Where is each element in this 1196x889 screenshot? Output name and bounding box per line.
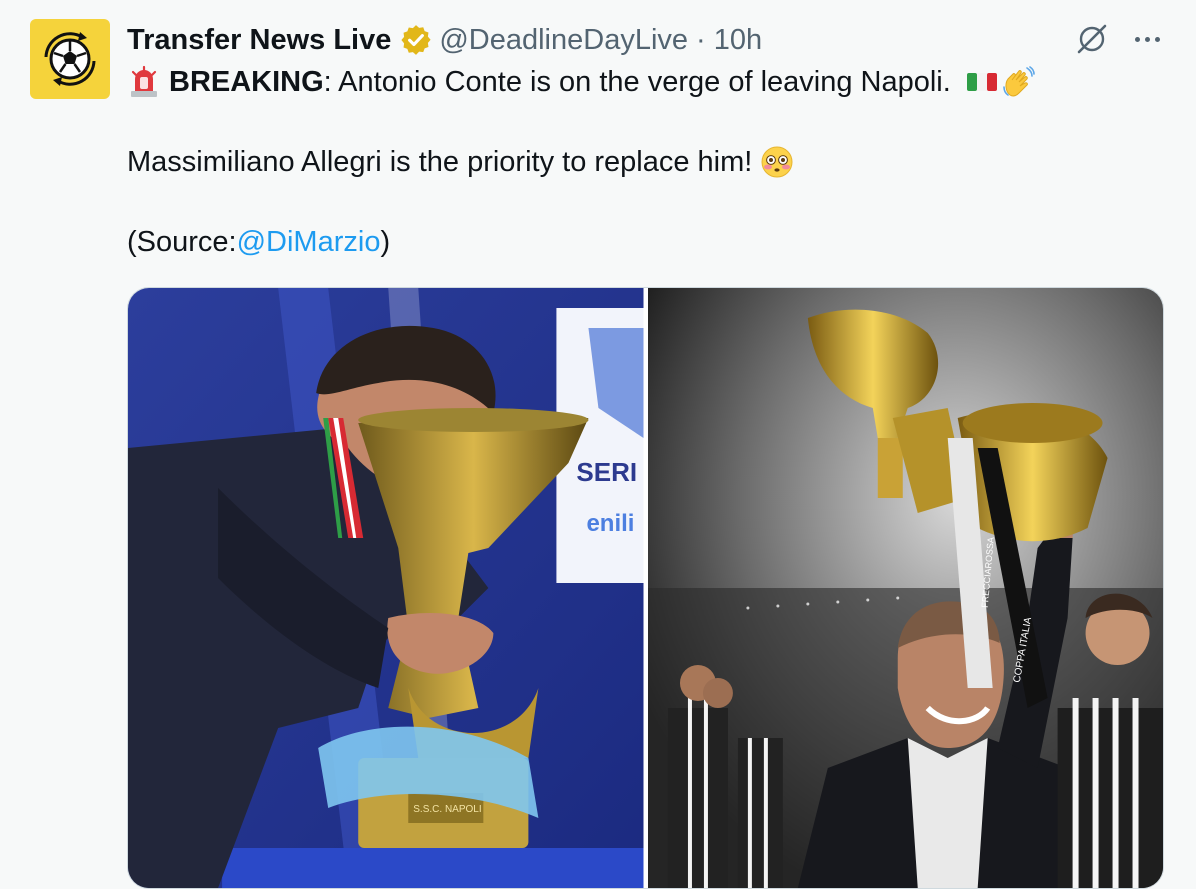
flushed-face-emoji — [760, 145, 794, 179]
italy-flag-emoji — [965, 65, 999, 99]
photo-allegri-coppa-italia[interactable]: COPPA ITALIA FRECCIAROSSA — [647, 288, 1163, 888]
photo-conte-scudetto[interactable]: SERI enili S.S.C. NAPOLI — [128, 288, 644, 888]
tweet-line-source: (Source: @DiMarzio) — [127, 222, 1107, 262]
source-prefix: (Source: — [127, 226, 237, 258]
media-grid: SERI enili S.S.C. NAPOLI COPPA ITALIA FR… — [127, 287, 1164, 889]
timestamp[interactable]: 10h — [714, 20, 762, 60]
mention-link[interactable]: @DiMarzio — [237, 222, 381, 262]
display-name[interactable]: Transfer News Live — [127, 20, 391, 60]
grok-icon[interactable] — [1075, 22, 1109, 56]
tweet-body: BREAKING : Antonio Conte is on the verge… — [127, 62, 1107, 262]
more-options-icon[interactable] — [1135, 22, 1160, 56]
brand-text-enili: enili — [586, 510, 634, 537]
rotating-light-emoji — [127, 65, 161, 99]
breaking-label: BREAKING — [169, 66, 324, 98]
tweet-line2-text: Massimiliano Allegri is the priority to … — [127, 146, 753, 178]
tweet-header: Transfer News Live @DeadlineDayLive · 10… — [127, 20, 762, 60]
line-break — [127, 102, 1107, 142]
soccer-ball-icon — [44, 32, 96, 86]
verified-badge-icon[interactable] — [399, 23, 433, 57]
trophy-plaque-text: S.S.C. NAPOLI — [413, 804, 481, 815]
user-handle[interactable]: @DeadlineDayLive — [439, 20, 688, 60]
tweet-line-breaking: BREAKING : Antonio Conte is on the verge… — [127, 62, 1107, 102]
separator: · — [696, 24, 706, 56]
tweet-actions-top — [1075, 22, 1160, 56]
avatar[interactable] — [30, 19, 110, 99]
tweet-line1-text: : Antonio Conte is on the verge of leavi… — [323, 66, 951, 98]
tweet-line-allegri: Massimiliano Allegri is the priority to … — [127, 142, 1107, 182]
waving-hand-emoji — [1001, 65, 1035, 99]
line-break — [127, 182, 1107, 222]
brand-text-seri: SERI — [576, 457, 637, 487]
source-suffix: ) — [380, 226, 391, 258]
